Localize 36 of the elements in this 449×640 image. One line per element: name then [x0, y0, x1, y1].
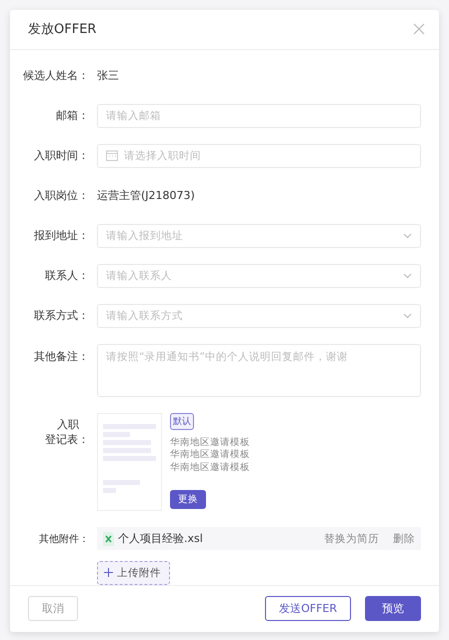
select-field[interactable]: 请输入报到地址 [97, 224, 421, 248]
field-value: 运营主管(J218073) [97, 188, 195, 204]
plus-icon [104, 568, 113, 578]
field-label: 入职 登记表： [44, 416, 90, 447]
field-label: 报到地址： [33, 228, 90, 244]
preview-button[interactable]: 预览 [365, 596, 421, 622]
field-label: 邮箱： [55, 108, 90, 124]
input-field[interactable]: 请输入邮箱 [97, 104, 421, 128]
field-label: 联系人： [44, 268, 90, 284]
file-action-link[interactable]: 替换为简历 [324, 532, 379, 546]
field-label: 入职时间： [33, 148, 90, 164]
select-field[interactable]: 请输入联系人 [97, 264, 421, 288]
send-offer-button[interactable]: 发送OFFER [265, 596, 351, 622]
field-value: 张三 [97, 68, 119, 84]
chevron-down-icon [403, 272, 412, 279]
dialog-title: 发放OFFER [28, 21, 96, 38]
file-action-link[interactable]: 删除 [393, 532, 415, 546]
date-field[interactable]: 请选择入职时间 [97, 144, 421, 168]
upload-button[interactable]: 上传附件 [97, 560, 170, 585]
template-name: 华南地区邀请模板华南地区邀请模板华南地区邀请模板 [170, 436, 251, 474]
chevron-down-icon [403, 312, 412, 319]
field-label: 入职岗位： [33, 188, 90, 204]
file-name: 个人项目经验.xsl [118, 531, 204, 546]
change-button[interactable]: 更换 [170, 490, 206, 510]
select-field[interactable]: 请输入联系方式 [97, 304, 421, 328]
spreadsheet-file-icon [103, 532, 114, 546]
close-icon[interactable] [413, 23, 425, 36]
field-label: 其他备注： [33, 348, 90, 364]
field-label: 联系方式： [33, 308, 90, 324]
default-tag: 默认 [170, 412, 194, 430]
calendar-icon [106, 150, 118, 162]
field-label: 候选人姓名： [22, 68, 90, 84]
textarea-field[interactable]: 请按照“录用通知书”中的个人说明回复邮件，谢谢 [97, 344, 421, 397]
cancel-button[interactable]: 取消 [28, 596, 78, 622]
chevron-down-icon [403, 232, 412, 239]
field-label: 其他附件： [38, 532, 90, 546]
